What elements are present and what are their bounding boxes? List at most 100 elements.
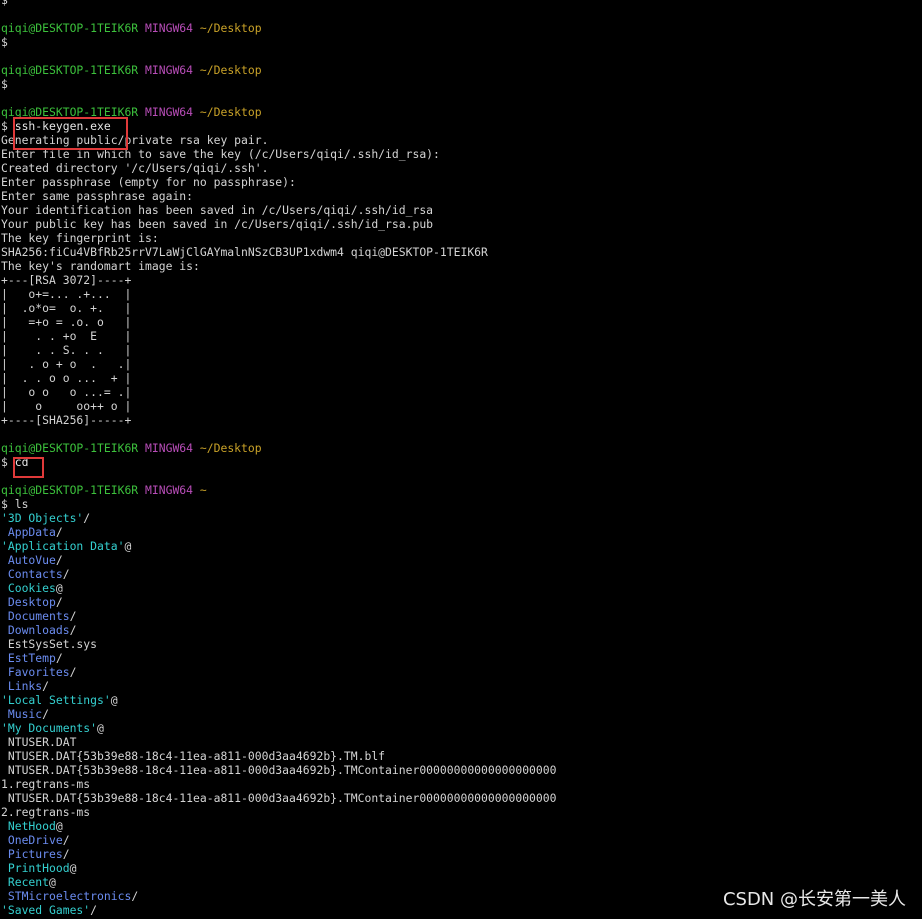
terminal-text: ~	[199, 483, 207, 497]
terminal-line: 'My Documents'@	[1, 721, 922, 735]
terminal-line: NetHood@	[1, 819, 922, 833]
terminal-text: /	[42, 679, 50, 693]
terminal-text: Recent	[7, 875, 50, 889]
terminal-text: /	[42, 707, 50, 721]
terminal-text: 'Local Settings'	[1, 693, 111, 707]
terminal-line: | . . o o ... + |	[1, 371, 922, 385]
terminal-text: @	[55, 581, 63, 595]
terminal-output[interactable]: $ qiqi@DESKTOP-1TEIK6R MINGW64 ~/Desktop $…	[1, 0, 922, 917]
terminal-line: The key fingerprint is:	[1, 231, 922, 245]
terminal-text: SHA256:fiCu4VBfRb25rrV7LaWjClGAYmalnNSzC…	[1, 245, 488, 259]
terminal-line: $ ssh-keygen.exe	[1, 119, 922, 133]
terminal-text: qiqi@DESKTOP-1TEIK6R	[1, 63, 139, 77]
terminal-text: $	[1, 35, 8, 49]
terminal-line: | =+o = .o. o |	[1, 315, 922, 329]
terminal-text: | . . S. . . |	[1, 343, 132, 357]
terminal-text: MINGW64	[145, 483, 194, 497]
terminal-line: Enter same passphrase again:	[1, 189, 922, 203]
terminal-text: The key's randomart image is:	[1, 259, 200, 273]
terminal-line: | o o o ...= .|	[1, 385, 922, 399]
terminal-line: SHA256:fiCu4VBfRb25rrV7LaWjClGAYmalnNSzC…	[1, 245, 922, 259]
terminal-line: $	[1, 35, 922, 49]
terminal-text: qiqi@DESKTOP-1TEIK6R	[1, 21, 139, 35]
terminal-text: +---[RSA 3072]----+	[1, 273, 132, 287]
terminal-line: AppData/	[1, 525, 922, 539]
terminal-line: Links/	[1, 679, 922, 693]
terminal-text: $ ls	[1, 497, 29, 511]
terminal-text: Enter same passphrase again:	[1, 189, 194, 203]
terminal-line: | o+=... .+... |	[1, 287, 922, 301]
terminal-text: Contacts	[7, 567, 63, 581]
terminal-text: NTUSER.DAT{53b39e88-18c4-11ea-a811-000d3…	[1, 749, 386, 763]
terminal-text: Links	[7, 679, 43, 693]
terminal-text: Your public key has been saved in /c/Use…	[1, 217, 434, 231]
terminal-line: +---[RSA 3072]----+	[1, 273, 922, 287]
terminal-line: Cookies@	[1, 581, 922, 595]
terminal-text: MINGW64	[145, 105, 194, 119]
terminal-text: | .o*o= o. +. |	[1, 301, 132, 315]
terminal-text: @	[69, 861, 77, 875]
terminal-text: /	[55, 651, 63, 665]
terminal-text: 1.regtrans-ms	[1, 777, 91, 791]
terminal-line: Generating public/private rsa key pair.	[1, 133, 922, 147]
terminal-text: | o oo++ o |	[1, 399, 132, 413]
terminal-text: /	[69, 609, 77, 623]
terminal-text: 'Application Data'	[1, 539, 125, 553]
terminal-text: $	[1, 77, 8, 91]
terminal-text: | o o o ...= .|	[1, 385, 132, 399]
terminal-text: /	[62, 847, 70, 861]
terminal-text: NetHood	[7, 819, 56, 833]
terminal-text: Pictures	[7, 847, 63, 861]
terminal-text: '3D Objects'	[1, 511, 84, 525]
terminal-line: qiqi@DESKTOP-1TEIK6R MINGW64 ~/Desktop	[1, 63, 922, 77]
terminal-text: /	[83, 511, 91, 525]
terminal-text: Favorites	[7, 665, 70, 679]
terminal-line: | . . S. . . |	[1, 343, 922, 357]
terminal-text: | =+o = .o. o |	[1, 315, 132, 329]
terminal-text: /	[55, 525, 63, 539]
terminal-line: qiqi@DESKTOP-1TEIK6R MINGW64 ~/Desktop	[1, 105, 922, 119]
terminal-line: qiqi@DESKTOP-1TEIK6R MINGW64 ~	[1, 483, 922, 497]
terminal-text: ~/Desktop	[199, 21, 262, 35]
terminal-text: ~/Desktop	[199, 441, 262, 455]
terminal-line: Downloads/	[1, 623, 922, 637]
terminal-line: 'Application Data'@	[1, 539, 922, 553]
terminal-text: Cookies	[7, 581, 56, 595]
terminal-text: /	[131, 889, 139, 903]
terminal-text: 'My Documents'	[1, 721, 98, 735]
terminal-text: ~/Desktop	[199, 63, 262, 77]
terminal-text: NTUSER.DAT	[1, 735, 77, 749]
terminal-line: Enter file in which to save the key (/c/…	[1, 147, 922, 161]
terminal-line: EstSysSet.sys	[1, 637, 922, 651]
terminal-text: MINGW64	[145, 21, 194, 35]
terminal-line: AutoVue/	[1, 553, 922, 567]
terminal-text: AppData	[7, 525, 56, 539]
terminal-line: | o oo++ o |	[1, 399, 922, 413]
terminal-line: | .o*o= o. +. |	[1, 301, 922, 315]
terminal-text: @	[55, 819, 63, 833]
terminal-text: /	[62, 833, 70, 847]
terminal-text: +----[SHA256]-----+	[1, 413, 132, 427]
terminal-text: /	[55, 595, 63, 609]
terminal-line: Pictures/	[1, 847, 922, 861]
terminal-text: | . . +o E |	[1, 329, 132, 343]
terminal-text: The key fingerprint is:	[1, 231, 159, 245]
terminal-text: /	[69, 665, 77, 679]
terminal-text: /	[55, 553, 63, 567]
